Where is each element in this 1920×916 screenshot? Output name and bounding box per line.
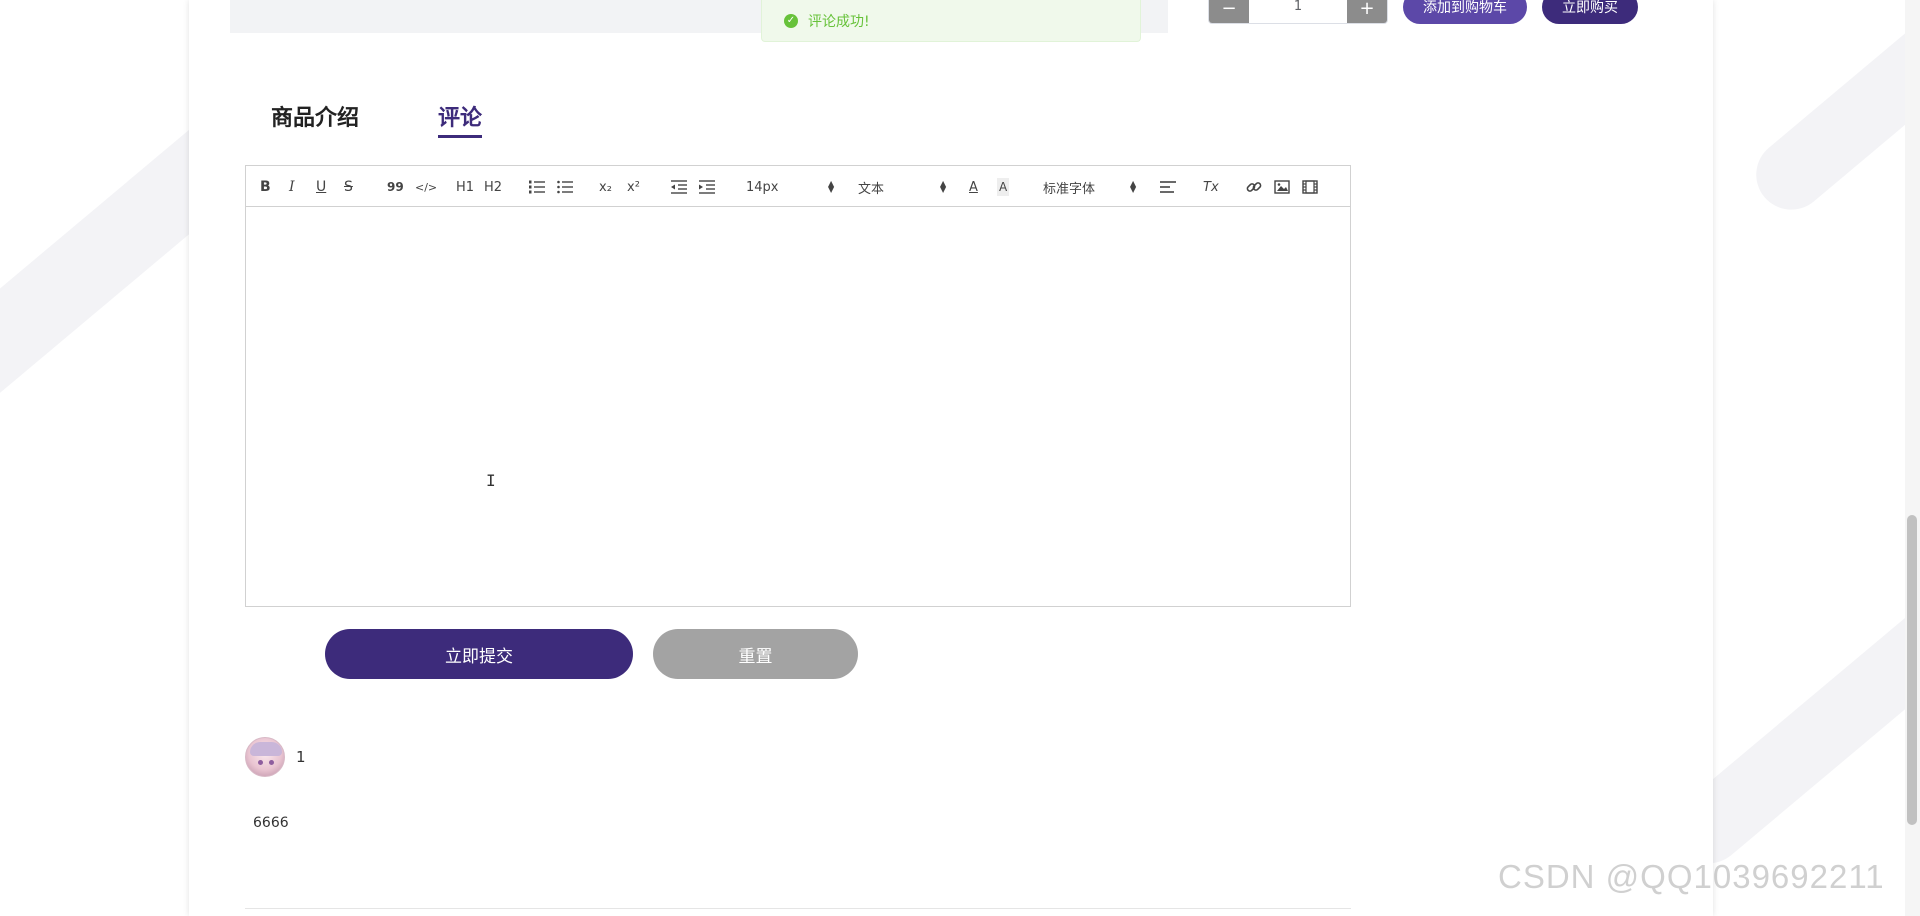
image-icon[interactable]: [1274, 178, 1290, 196]
submit-comment-button[interactable]: 立即提交: [325, 629, 633, 679]
code-block-button[interactable]: </>: [415, 178, 437, 196]
outdent-icon[interactable]: [671, 178, 687, 196]
editor-toolbar: B I U S 99 </> H1 H2 x₂ x² 14px ▲ ▼ 文本 ▲ ▼…: [246, 166, 1350, 207]
rich-text-editor: B I U S 99 </> H1 H2 x₂ x² 14px ▲ ▼ 文本 ▲ ▼…: [245, 165, 1351, 607]
font-size-select[interactable]: 14px ▲ ▼: [746, 178, 836, 196]
link-icon[interactable]: [1246, 178, 1262, 196]
strike-button[interactable]: S: [344, 178, 353, 196]
select-arrow-icon: ▲ ▼: [1130, 179, 1137, 194]
success-toast: ✓ 评论成功!: [761, 0, 1141, 42]
quantity-minus-button[interactable]: −: [1209, 0, 1249, 23]
tab-product-intro[interactable]: 商品介绍: [271, 100, 359, 132]
clean-format-button[interactable]: Tx: [1203, 178, 1219, 196]
bullet-list-icon[interactable]: [557, 178, 573, 196]
quantity-stepper[interactable]: − 1 +: [1208, 0, 1388, 24]
buy-now-button[interactable]: 立即购买: [1542, 0, 1638, 24]
align-icon[interactable]: [1160, 178, 1176, 196]
italic-button[interactable]: I: [289, 178, 295, 196]
scrollbar-thumb[interactable]: [1907, 515, 1917, 825]
background-color-button[interactable]: A: [997, 178, 1010, 196]
avatar: [245, 737, 285, 777]
text-cursor-icon: I: [486, 471, 496, 490]
header-select[interactable]: 文本 ▲ ▼: [858, 178, 948, 197]
header-select-value: 文本: [858, 181, 885, 197]
font-family-select[interactable]: 标准字体 ▲ ▼: [1043, 178, 1138, 197]
tab-comments[interactable]: 评论: [438, 100, 483, 138]
quantity-input[interactable]: 1: [1249, 0, 1347, 23]
font-size-value: 14px: [746, 179, 779, 195]
toast-message: 评论成功!: [808, 13, 870, 30]
quantity-plus-button[interactable]: +: [1347, 0, 1387, 23]
comment-username: 1: [296, 748, 306, 766]
font-family-value: 标准字体: [1043, 181, 1096, 197]
h2-button[interactable]: H2: [484, 178, 502, 196]
add-to-cart-button[interactable]: 添加到购物车: [1403, 0, 1527, 24]
indent-icon[interactable]: [699, 178, 715, 196]
select-arrow-icon: ▲ ▼: [828, 179, 835, 194]
superscript-button[interactable]: x²: [627, 178, 640, 196]
divider: [245, 908, 1351, 909]
blockquote-button[interactable]: 99: [387, 178, 404, 196]
editor-content-area[interactable]: I: [246, 207, 1350, 606]
comment-text: 6666: [253, 815, 289, 831]
h1-button[interactable]: H1: [456, 178, 474, 196]
background-decoration: [1741, 0, 1920, 224]
reset-button[interactable]: 重置: [653, 629, 858, 679]
select-arrow-icon: ▲ ▼: [940, 179, 947, 194]
avatar-hair: [250, 742, 282, 756]
video-icon[interactable]: [1302, 178, 1318, 196]
avatar-eye: [269, 760, 274, 765]
font-color-button[interactable]: A: [969, 178, 978, 196]
subscript-button[interactable]: x₂: [599, 178, 612, 196]
watermark: CSDN @QQ1039692211: [1498, 858, 1885, 895]
bold-button[interactable]: B: [260, 178, 271, 196]
success-check-icon: ✓: [784, 13, 798, 28]
underline-button[interactable]: U: [316, 178, 326, 196]
ordered-list-icon[interactable]: [529, 178, 545, 196]
avatar-eye: [258, 760, 263, 765]
